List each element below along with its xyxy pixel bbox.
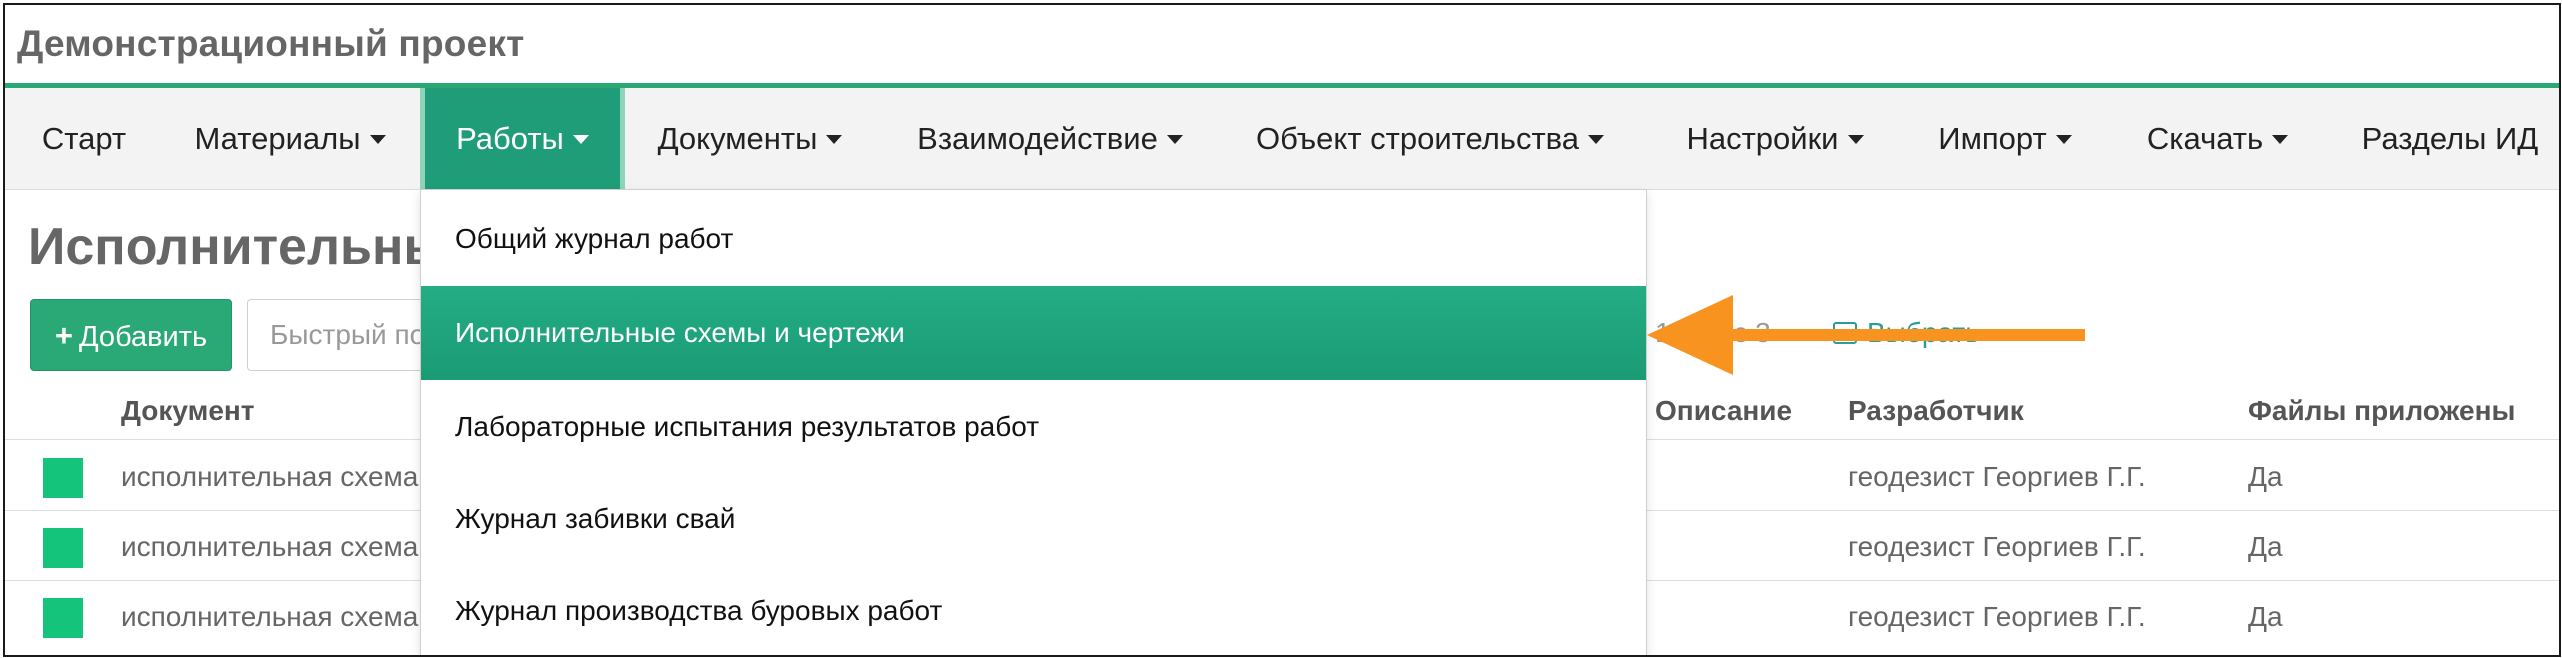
caret-down-icon xyxy=(572,135,589,144)
column-header-developer[interactable]: Разработчик xyxy=(1848,395,2024,427)
nav-id-sections-label: Разделы ИД xyxy=(2361,121,2539,156)
nav-import-label: Импорт xyxy=(1938,121,2047,156)
nav-works-label: Работы xyxy=(456,121,564,156)
cell-files: Да xyxy=(2248,461,2283,492)
add-button[interactable]: + Добавить xyxy=(30,299,232,371)
menu-item-general-work-log[interactable]: Общий журнал работ xyxy=(421,192,1646,286)
menu-item-as-built-drawings[interactable]: Исполнительные схемы и чертежи xyxy=(421,286,1646,380)
nav-download-label: Скачать xyxy=(2146,121,2264,156)
cell-files: Да xyxy=(2248,601,2283,632)
nav-documents[interactable]: Документы xyxy=(635,88,865,189)
nav-start[interactable]: Старт xyxy=(5,88,163,189)
column-header-description[interactable]: Описание xyxy=(1655,395,1792,427)
app-window: Демонстрационный проект Старт Материалы … xyxy=(3,3,2561,657)
cell-document[interactable]: исполнительная схема xyxy=(121,461,418,493)
cell-developer: геодезист Георгиев Г.Г. xyxy=(1848,461,2146,492)
orange-arrow-annotation-icon xyxy=(1647,295,2085,375)
cell-document[interactable]: исполнительная схема xyxy=(121,601,418,633)
nav-construction-object-label: Объект строительства xyxy=(1255,121,1580,156)
caret-down-icon xyxy=(369,135,386,144)
nav-works[interactable]: Работы xyxy=(420,88,625,189)
caret-down-icon xyxy=(1166,135,1183,144)
status-square xyxy=(43,458,83,498)
app-title: Демонстрационный проект xyxy=(17,23,525,64)
app-header: Демонстрационный проект xyxy=(5,5,2559,88)
cell-document[interactable]: исполнительная схема xyxy=(121,531,418,563)
nav-materials[interactable]: Материалы xyxy=(175,88,405,189)
nav-start-label: Старт xyxy=(41,121,127,156)
menu-item-drilling-log[interactable]: Журнал производства буровых работ xyxy=(421,564,1646,655)
nav-settings-label: Настройки xyxy=(1686,121,1839,156)
main-navbar: Старт Материалы Работы Документы Взаимод… xyxy=(5,88,2559,190)
caret-down-icon xyxy=(2272,135,2289,144)
caret-down-icon xyxy=(2055,135,2072,144)
menu-item-pile-driving-log[interactable]: Журнал забивки свай xyxy=(421,472,1646,566)
caret-down-icon xyxy=(1588,135,1605,144)
nav-materials-label: Материалы xyxy=(194,121,361,156)
nav-documents-label: Документы xyxy=(657,121,818,156)
nav-settings[interactable]: Настройки xyxy=(1665,88,1885,189)
cell-files: Да xyxy=(2248,531,2283,562)
nav-import[interactable]: Импорт xyxy=(1915,88,2095,189)
nav-interaction-label: Взаимодействие xyxy=(917,121,1158,156)
add-button-label: Добавить xyxy=(78,321,208,353)
column-header-files-attached[interactable]: Файлы приложены xyxy=(2248,395,2515,427)
plus-icon: + xyxy=(54,318,73,353)
status-square xyxy=(43,528,83,568)
nav-id-sections[interactable]: Разделы ИД xyxy=(2335,88,2559,189)
cell-developer: геодезист Георгиев Г.Г. xyxy=(1848,601,2146,632)
cell-developer: геодезист Георгиев Г.Г. xyxy=(1848,531,2146,562)
caret-down-icon xyxy=(826,135,843,144)
nav-construction-object[interactable]: Объект строительства xyxy=(1235,88,1625,189)
menu-item-lab-tests[interactable]: Лабораторные испытания результатов работ xyxy=(421,380,1646,474)
works-dropdown-menu: Общий журнал работ Исполнительные схемы … xyxy=(420,189,1647,655)
column-header-document[interactable]: Документ xyxy=(121,395,255,427)
nav-download[interactable]: Скачать xyxy=(2125,88,2310,189)
nav-interaction[interactable]: Взаимодействие xyxy=(885,88,1215,189)
caret-down-icon xyxy=(1847,135,1864,144)
status-square xyxy=(43,598,83,638)
